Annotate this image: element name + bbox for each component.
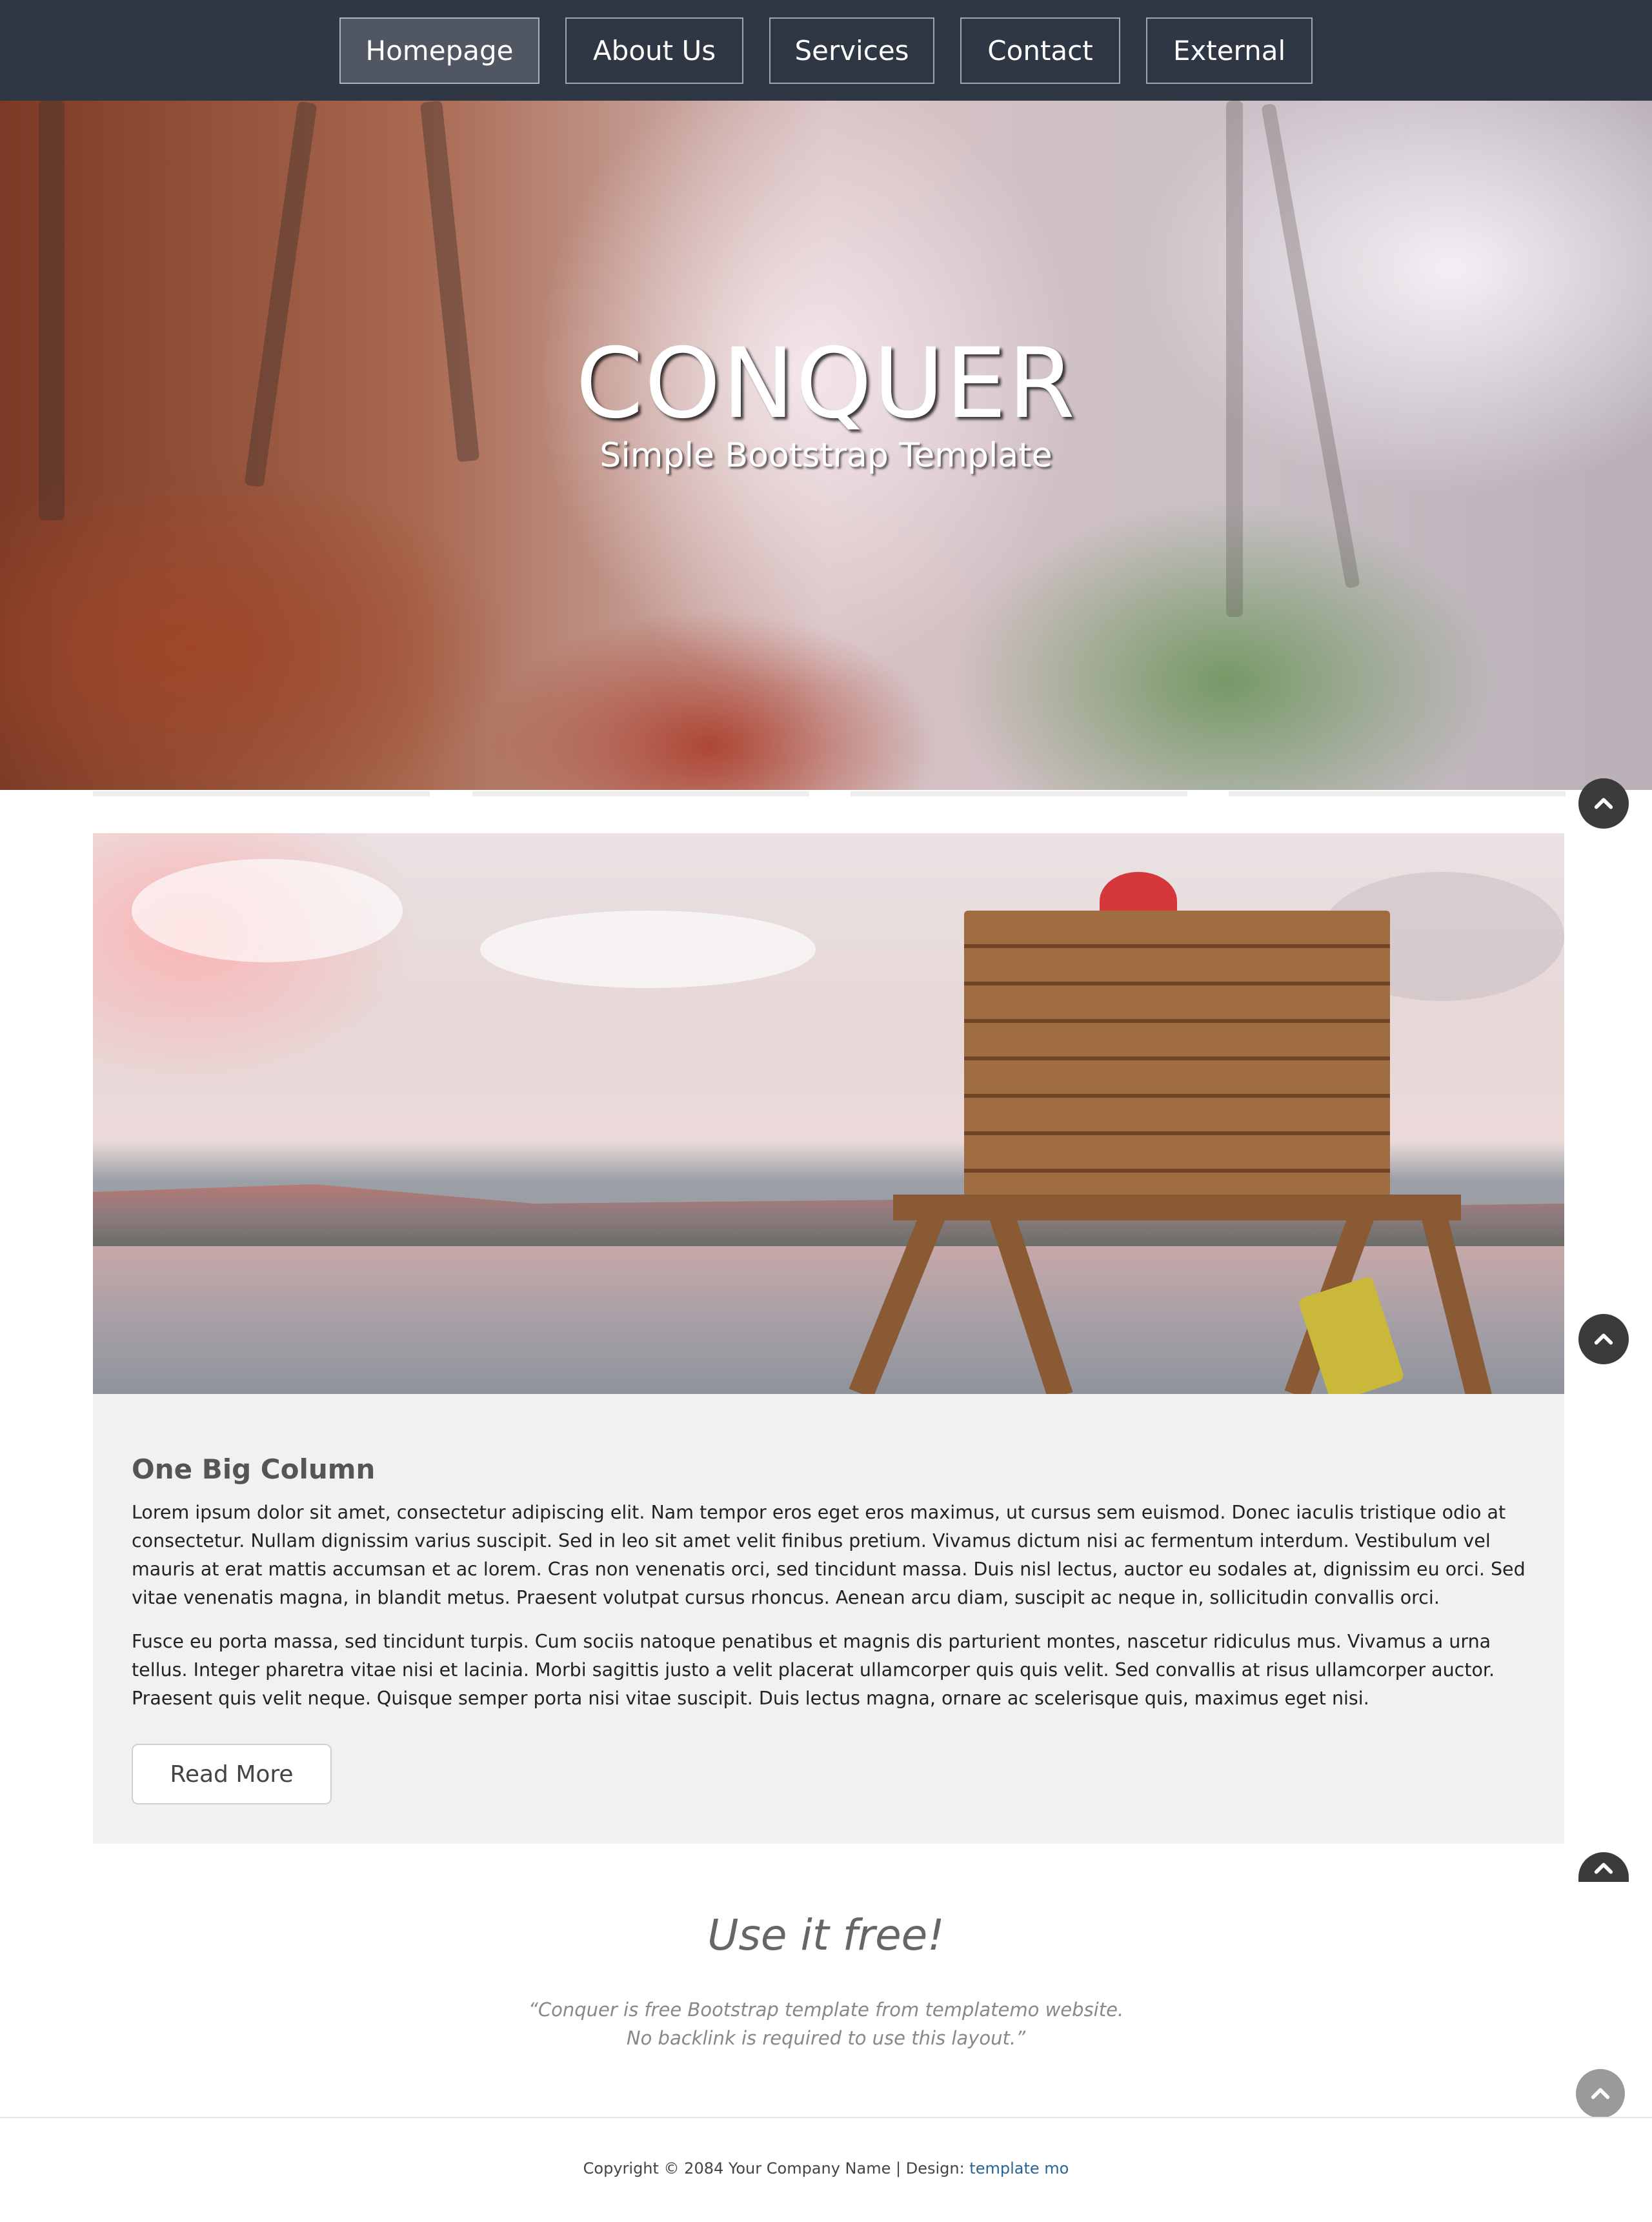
hero-banner: CONQUER Simple Bootstrap Template [0, 101, 1652, 790]
nav-about-us[interactable]: About Us [565, 17, 743, 84]
quote-title: Use it free! [707, 1910, 945, 1960]
lifeguard-photo [93, 833, 1564, 1394]
section-heading: One Big Column [132, 1453, 376, 1485]
scroll-top-button[interactable] [1578, 1314, 1629, 1364]
quote-text: “Conquer is free Bootstrap template from… [0, 1995, 1652, 2052]
scroll-top-button[interactable] [1576, 2069, 1625, 2118]
copyright-text: Copyright © 2084 Your Company Name | Des… [583, 2159, 970, 2177]
hero-title: CONQUER [576, 328, 1076, 440]
divider [93, 791, 430, 796]
divider [851, 791, 1187, 796]
read-more-button[interactable]: Read More [132, 1744, 332, 1804]
top-navbar: Homepage About Us Services Contact Exter… [0, 0, 1652, 101]
content-section: One Big Column Lorem ipsum dolor sit ame… [93, 1394, 1564, 1844]
body-paragraph: Lorem ipsum dolor sit amet, consectetur … [132, 1502, 1526, 1608]
hero-subtitle: Simple Bootstrap Template [599, 436, 1053, 475]
chevron-up-icon [1594, 1333, 1613, 1345]
photo-lifeguard-chair [964, 911, 1390, 1214]
body-paragraph: Fusce eu porta massa, sed tincidunt turp… [132, 1631, 1495, 1709]
chevron-up-icon [1594, 1863, 1613, 1874]
nav-homepage[interactable]: Homepage [339, 17, 539, 84]
footer: Copyright © 2084 Your Company Name | Des… [0, 2159, 1652, 2177]
chevron-up-icon [1591, 2088, 1610, 2099]
photo-cloud [480, 911, 816, 988]
scroll-top-button[interactable] [1578, 778, 1629, 829]
photo-cloud [132, 859, 403, 962]
nav-contact[interactable]: Contact [960, 17, 1120, 84]
quote-line: “Conquer is free Bootstrap template from… [528, 1999, 1124, 2021]
quote-line: No backlink is required to use this layo… [626, 2027, 1026, 2049]
chevron-up-icon [1594, 798, 1613, 809]
scroll-top-button[interactable] [1578, 1852, 1629, 1882]
footer-divider [0, 2117, 1652, 2118]
nav-services[interactable]: Services [769, 17, 934, 84]
divider [1229, 791, 1566, 796]
design-credit-link[interactable]: template mo [969, 2159, 1069, 2177]
nav-external[interactable]: External [1146, 17, 1313, 84]
photo-chair-seat [893, 1195, 1461, 1220]
divider [472, 791, 809, 796]
